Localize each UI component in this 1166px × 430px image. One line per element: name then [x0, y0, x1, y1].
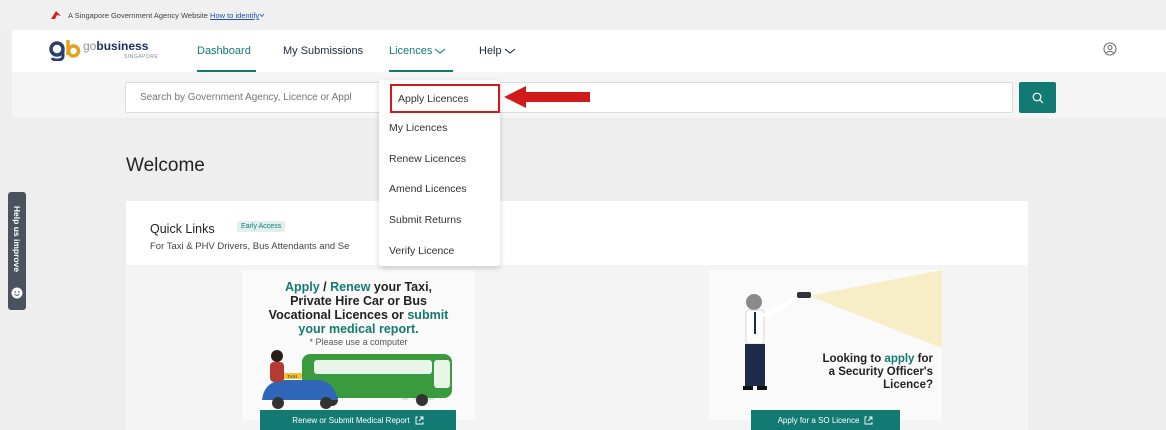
promo2-line3: Licence?	[883, 379, 933, 391]
promo-card-security-officer: Looking to apply for a Security Officer'…	[709, 270, 942, 420]
menu-item-submit-returns[interactable]: Submit Returns	[389, 214, 461, 226]
page-title: Welcome	[126, 155, 205, 176]
chevron-down-icon	[259, 13, 265, 18]
nav-help-label: Help	[479, 45, 502, 57]
user-profile-icon[interactable]	[1103, 42, 1117, 56]
promo-security-officer-text: Looking to apply for a Security Officer'…	[773, 353, 933, 392]
menu-item-verify-licence[interactable]: Verify Licence	[389, 245, 454, 257]
security-officer-illustration	[743, 270, 942, 390]
apply-so-licence-button[interactable]: Apply for a SO Licence	[751, 410, 900, 430]
nav-help[interactable]: Help	[479, 45, 516, 57]
government-banner: A Singapore Government Agency Website Ho…	[0, 0, 1166, 30]
quick-links-card: Quick Links Early Access For Taxi & PHV …	[126, 201, 1028, 265]
nav-licences[interactable]: Licences	[389, 45, 446, 57]
apply-licences-highlight-box	[390, 84, 500, 113]
renew-medical-report-label: Renew or Submit Medical Report	[292, 415, 410, 425]
promo-card-vocational: Apply / Renew your Taxi, Private Hire Ca…	[242, 270, 475, 420]
help-us-improve-label: Help us improve	[12, 205, 22, 273]
promo1-apply: Apply	[284, 280, 320, 294]
promo1-submit: submit	[407, 308, 449, 322]
menu-item-renew-licences[interactable]: Renew Licences	[389, 153, 466, 165]
promo1-line1-end: your Taxi,	[370, 280, 433, 294]
renew-medical-report-button[interactable]: Renew or Submit Medical Report	[260, 410, 456, 430]
early-access-badge: Early Access	[237, 221, 286, 232]
how-to-identify-link[interactable]: How to identify	[210, 11, 265, 20]
promo1-line2: Private Hire Car or Bus	[290, 294, 427, 308]
nav-licences-label: Licences	[389, 45, 433, 57]
nav-my-submissions[interactable]: My Submissions	[283, 45, 363, 57]
help-us-improve-tab[interactable]: Help us improve	[8, 192, 26, 310]
quick-links-subtitle: For Taxi & PHV Drivers, Bus Attendants a…	[150, 241, 350, 252]
chevron-down-icon	[504, 48, 515, 54]
quick-links-title: Quick Links	[150, 222, 215, 236]
promo2-apply: apply	[884, 353, 915, 365]
nav-dashboard[interactable]: Dashboard	[197, 45, 251, 57]
promo2-line1-start: Looking to	[822, 353, 885, 365]
promo1-renew: Renew	[330, 280, 371, 294]
logo-wordmark: gobusiness	[83, 39, 149, 53]
taxi-sign-text: TAXI	[287, 374, 297, 379]
gobusiness-logo-icon[interactable]	[49, 39, 81, 61]
apply-so-licence-label: Apply for a SO Licence	[777, 415, 860, 425]
logo-business-text: business	[96, 39, 149, 53]
promo1-slash: /	[319, 280, 331, 294]
promo1-line3: Vocational Licences or	[268, 308, 408, 322]
chevron-down-icon	[435, 48, 446, 54]
promo2-line2: a Security Officer's	[828, 366, 933, 378]
logo-go-text: go	[83, 39, 97, 53]
promo-vocational-text: Apply / Renew your Taxi, Private Hire Ca…	[242, 280, 475, 336]
government-banner-text: A Singapore Government Agency Website Ho…	[68, 11, 265, 20]
menu-item-amend-licences[interactable]: Amend Licences	[389, 183, 467, 195]
external-link-icon	[864, 416, 873, 424]
promo1-line4: your medical report.	[298, 322, 419, 336]
singapore-lion-icon	[51, 11, 61, 19]
main-header: gobusiness SINGAPORE Dashboard My Submis…	[12, 30, 1166, 72]
red-arrow-annotation-icon	[504, 86, 590, 108]
smiley-icon	[11, 287, 23, 299]
search-icon	[1032, 92, 1043, 103]
promo-computer-note: * Please use a computer	[309, 337, 408, 347]
menu-item-my-licences[interactable]: My Licences	[389, 122, 447, 134]
logo-subtitle: SINGAPORE	[124, 54, 159, 60]
external-link-icon	[415, 416, 424, 424]
how-to-identify-label: How to identify	[210, 11, 260, 20]
government-banner-label: A Singapore Government Agency Website	[68, 11, 208, 20]
search-button[interactable]	[1019, 82, 1056, 113]
promo2-line1-end: for	[914, 353, 933, 365]
